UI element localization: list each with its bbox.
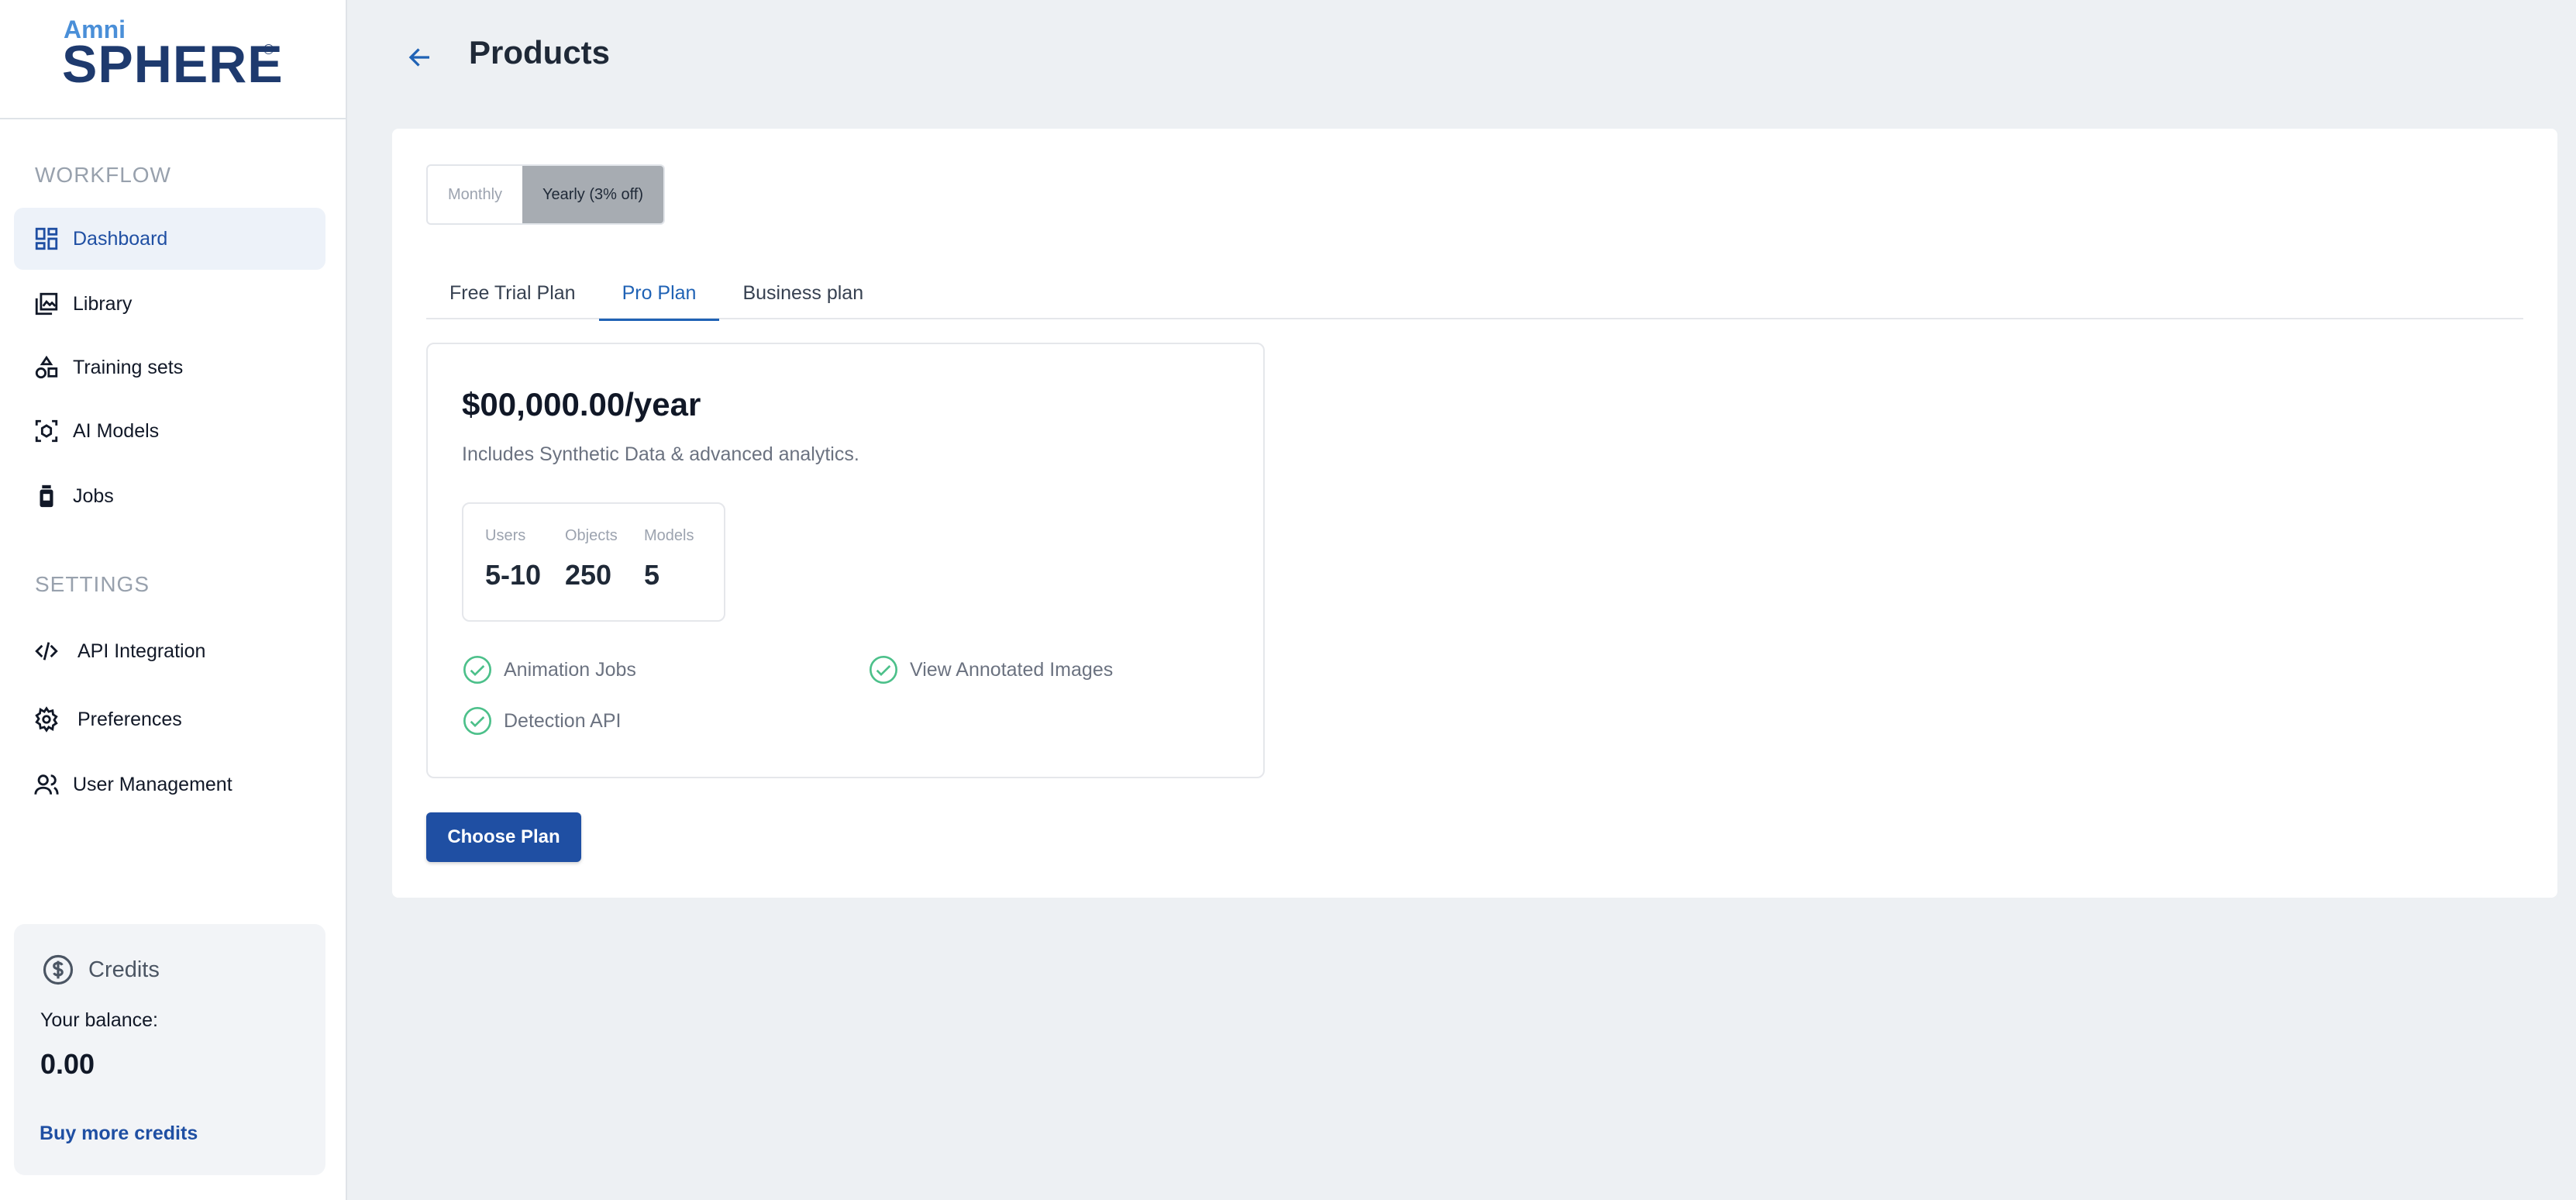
stat-objects: Objects 250 [565,527,618,591]
stat-value: 5-10 [485,559,542,591]
code-icon [31,636,62,667]
sidebar-item-label: Preferences [77,708,182,730]
balance-value: 0.00 [40,1048,95,1080]
stat-label: Objects [565,527,618,544]
toggle-yearly[interactable]: Yearly (3% off) [522,166,663,223]
sidebar-item-label: API Integration [77,640,206,662]
feature-label: Animation Jobs [504,658,636,681]
check-circle-icon [462,654,493,685]
feature-label: Detection API [504,709,622,732]
buy-credits-link[interactable]: Buy more credits [40,1122,198,1145]
check-circle-icon [868,654,899,685]
sidebar-item-label: Training sets [73,356,184,378]
stat-users: Users 5-10 [485,527,541,591]
credits-title: Credits [88,957,160,982]
choose-plan-button[interactable]: Choose Plan [426,812,581,862]
jobs-icon [31,481,62,512]
feature-item: View Annotated Images [868,654,1113,685]
tab-business-plan[interactable]: Business plan [719,267,887,319]
sidebar-item-label: Jobs [73,484,114,507]
sidebar-item-user-management[interactable]: User Management [14,753,325,816]
billing-period-toggle: Monthly Yearly (3% off) [426,164,665,225]
sidebar-item-label: Library [73,292,133,315]
settings-section-label: SETTINGS [35,572,150,596]
workflow-section-label: WORKFLOW [35,163,171,187]
plan-price: $00,000.00/year [462,386,701,422]
feature-label: View Annotated Images [910,658,1114,681]
library-icon [31,288,62,319]
products-card: Monthly Yearly (3% off) Free Trial Plan … [392,129,2557,898]
sidebar-item-label: Dashboard [73,227,168,250]
sidebar-item-api-integration[interactable]: API Integration [14,620,325,682]
sidebar-item-label: AI Models [73,419,160,442]
sidebar-item-dashboard[interactable]: Dashboard [14,208,325,270]
credits-panel: Credits Your balance: 0.00 Buy more cred… [14,924,325,1175]
plan-description: Includes Synthetic Data & advanced analy… [462,443,859,465]
users-icon [31,769,62,800]
logo-registered-mark: ® [263,42,274,57]
sidebar-item-ai-models[interactable]: AI Models [14,400,325,462]
stat-label: Users [485,527,526,544]
sidebar-item-training-sets[interactable]: Training sets [14,336,325,398]
back-button[interactable] [401,39,439,76]
stat-value: 250 [565,559,612,591]
plan-stats: Users 5-10 Objects 250 Models 5 [462,502,725,622]
tab-free-trial-plan[interactable]: Free Trial Plan [426,267,599,319]
plan-details-card: $00,000.00/year Includes Synthetic Data … [426,343,1265,778]
shapes-icon [31,352,62,383]
sidebar-item-library[interactable]: Library [14,273,325,335]
stat-value: 5 [644,559,660,591]
ai-model-icon [31,416,62,447]
plan-tabs: Free Trial Plan Pro Plan Business plan [426,267,2523,321]
gear-icon [31,704,62,735]
sidebar-item-jobs[interactable]: Jobs [14,465,325,527]
arrow-left-icon [408,48,429,67]
dollar-coin-icon [42,953,74,986]
check-circle-icon [462,705,493,736]
dashboard-icon [31,223,62,254]
stat-label: Models [644,527,694,544]
credits-header: Credits [42,953,160,986]
toggle-monthly[interactable]: Monthly [428,166,522,223]
feature-item: Detection API [462,705,621,736]
balance-label: Your balance: [40,1009,158,1031]
tab-pro-plan[interactable]: Pro Plan [598,267,720,321]
sidebar: Amni SPHERE ® WORKFLOW Dashboard Library… [0,0,347,1200]
sidebar-item-preferences[interactable]: Preferences [14,688,325,750]
logo[interactable]: Amni SPHERE ® [0,0,346,119]
stat-models: Models 5 [644,527,694,591]
sidebar-item-label: User Management [73,773,232,795]
logo-sphere-text: SPHERE [62,35,284,94]
page-title: Products [469,34,611,71]
feature-item: Animation Jobs [462,654,636,685]
